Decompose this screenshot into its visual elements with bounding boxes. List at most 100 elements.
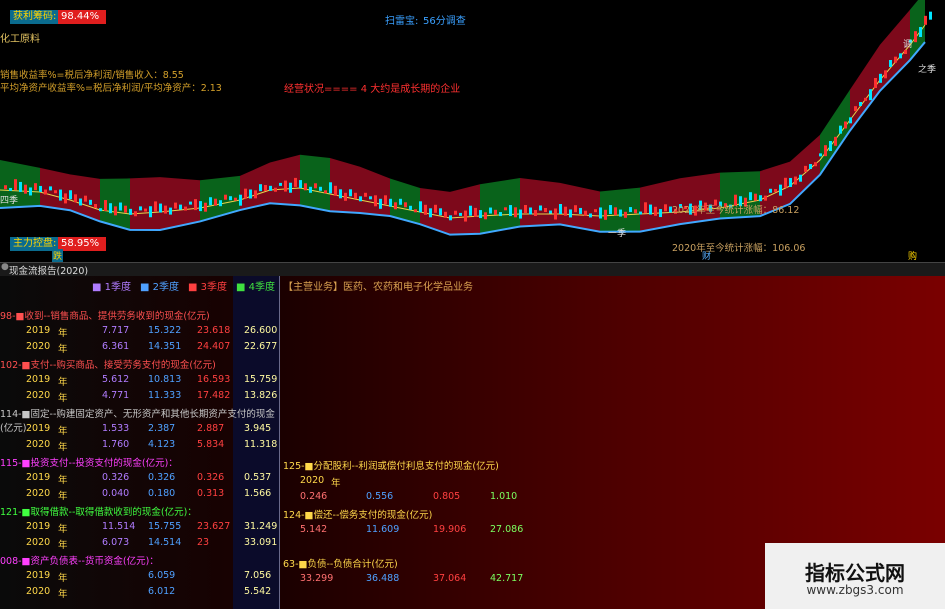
cell-q1: 7.717	[102, 325, 130, 336]
cell-q4: 3.945	[244, 423, 272, 434]
candlestick	[639, 211, 642, 215]
candlestick	[914, 31, 917, 43]
candlestick	[469, 205, 472, 216]
cell-q2: 6.012	[148, 586, 176, 597]
watermark-logo: 指标公式网 www.zbgs3.com	[765, 543, 945, 609]
candlestick	[499, 212, 502, 217]
cell-q3: 0.326	[197, 472, 225, 483]
candlestick	[884, 70, 887, 79]
cell-q1: 5.612	[102, 374, 130, 385]
candlestick	[804, 165, 807, 172]
row-year: 2019	[26, 472, 51, 483]
cell-q4: 0.537	[244, 472, 272, 483]
cell-q3: 37.064	[433, 573, 467, 584]
candlestick	[759, 195, 762, 202]
stat-2020: 2020年至今统计涨幅：106.06	[672, 243, 806, 254]
candlestick	[179, 204, 182, 210]
season-label-adj: 调	[903, 40, 913, 50]
candlestick	[779, 184, 782, 196]
candlestick	[394, 202, 397, 210]
scan-value[interactable]: 56分调查	[423, 12, 466, 27]
stock-chart[interactable]: 获利筹码: 98.44% 化工原料 扫雷宝: 56分调查 销售收益率%=税后净利…	[0, 0, 945, 262]
row-year: 2020	[26, 586, 51, 597]
candlestick	[289, 182, 292, 193]
candlestick	[649, 204, 652, 215]
cell-q4: 13.826	[244, 390, 278, 401]
candlestick	[424, 204, 427, 215]
season-label-4: 四季	[0, 196, 19, 206]
watermark-url: www.zbgs3.com	[806, 583, 904, 597]
candlestick	[84, 195, 87, 202]
candlestick	[199, 201, 202, 212]
candlestick	[614, 207, 617, 216]
candlestick	[794, 176, 797, 185]
candlestick	[569, 209, 572, 218]
cell-q4: 5.542	[244, 586, 272, 597]
candlestick	[889, 60, 892, 67]
candlestick	[259, 184, 262, 192]
cell-q2: 14.351	[148, 341, 182, 352]
window-icon[interactable]: ●	[1, 262, 9, 272]
bollinger-band-segment	[40, 167, 70, 211]
row-unit: 年	[58, 442, 68, 453]
candlestick	[104, 200, 107, 212]
candlestick	[919, 27, 922, 37]
candlestick	[59, 189, 62, 201]
candlestick	[9, 187, 12, 191]
candlestick	[294, 177, 297, 187]
candlestick	[219, 200, 222, 207]
control-chip-value: 58.95%	[58, 237, 106, 251]
candlestick	[464, 210, 467, 222]
row-year: 2019	[26, 423, 51, 434]
candlestick	[604, 209, 607, 220]
candlestick	[229, 196, 232, 201]
section-title: 98-■收到--销售商品、提供劳务收到的现金(亿元)	[0, 311, 210, 322]
candlestick	[809, 164, 812, 170]
row-unit: 年	[58, 540, 68, 551]
candlestick	[164, 205, 167, 214]
cell-q4: 1.010	[490, 491, 518, 502]
candlestick	[384, 195, 387, 205]
candlestick	[814, 162, 817, 167]
profit-chip-label: 获利筹码:	[10, 10, 60, 24]
row-unit: 年	[58, 475, 68, 486]
candlestick	[749, 192, 752, 201]
candlestick	[534, 210, 537, 216]
candlestick	[364, 192, 367, 197]
candlestick	[264, 185, 267, 191]
cell-q4: 33.091	[244, 537, 278, 548]
candlestick	[74, 194, 77, 203]
cell-q2: 0.326	[148, 472, 176, 483]
row-unit: 年	[58, 393, 68, 404]
candlestick	[844, 121, 847, 129]
tag-gou: 购	[908, 252, 918, 262]
candlestick	[389, 198, 392, 207]
candlestick	[524, 205, 527, 213]
candlestick	[184, 206, 187, 211]
row-year: 2019	[26, 374, 51, 385]
candlestick	[409, 205, 412, 210]
candlestick	[904, 50, 907, 54]
candlestick	[444, 211, 447, 218]
candlestick	[399, 198, 402, 205]
candlestick	[474, 207, 477, 217]
candlestick	[874, 78, 877, 88]
candlestick	[924, 15, 927, 25]
bollinger-band-segment	[330, 158, 360, 213]
candlestick	[249, 189, 252, 199]
row-year: 2020	[26, 537, 51, 548]
candlestick	[14, 179, 17, 191]
cell-q3: 0.805	[433, 491, 461, 502]
candlestick	[274, 187, 277, 192]
candlestick	[209, 197, 212, 206]
cell-q3: 19.906	[433, 524, 467, 535]
candlestick	[379, 198, 382, 209]
candlestick	[539, 205, 542, 211]
candlestick	[834, 136, 837, 146]
section-title: 121-■取得借款--取得借款收到的现金(亿元)：	[0, 507, 197, 518]
candlestick	[434, 204, 437, 213]
candlestick	[139, 206, 142, 211]
candlestick	[119, 202, 122, 211]
cell-q2: 0.556	[366, 491, 394, 502]
watermark-title: 指标公式网	[805, 561, 905, 585]
